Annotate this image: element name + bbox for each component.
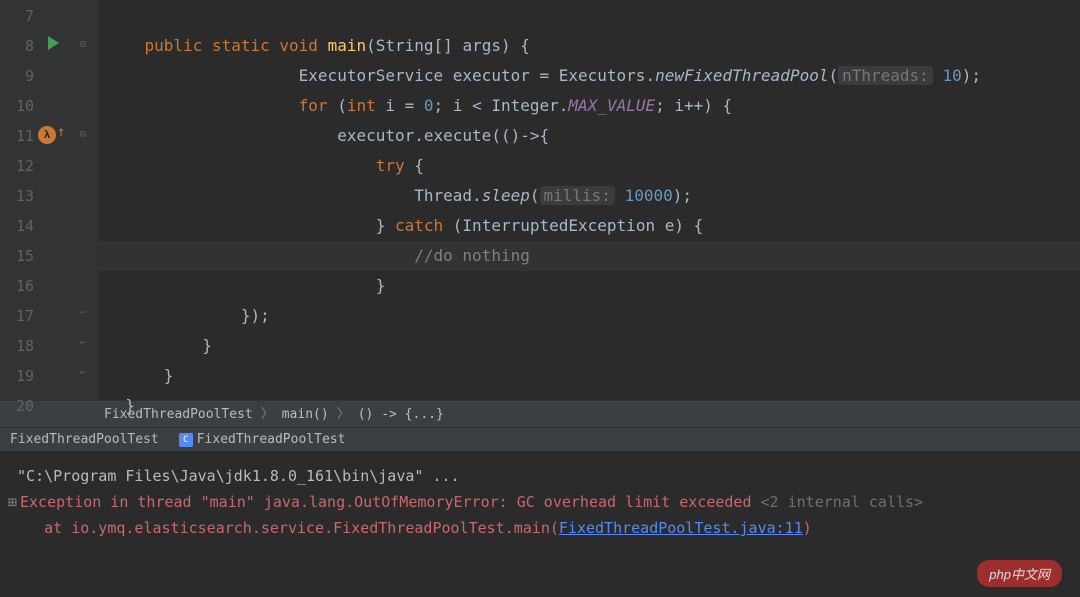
editor-area: 7 8 9 10 11 12 13 14 15 16 17 18 19 20 λ…: [0, 0, 1080, 400]
code-line-highlighted: //do nothing: [98, 241, 1080, 271]
line-number: 18: [0, 331, 72, 361]
run-gutter-icon[interactable]: [48, 36, 59, 50]
recursive-arrow-icon: ↑: [57, 124, 65, 140]
watermark-badge: php中文网: [977, 560, 1062, 587]
fold-toggle-icon[interactable]: ⊟: [76, 38, 90, 52]
code-line: }: [98, 271, 1080, 301]
code-line: executor.execute(()->{: [98, 121, 1080, 151]
line-number: 7: [0, 1, 72, 31]
line-number: 10: [0, 91, 72, 121]
code-line: try {: [98, 151, 1080, 181]
code-line: }: [98, 361, 1080, 391]
source-link[interactable]: FixedThreadPoolTest.java:11: [559, 519, 803, 537]
code-line: }: [98, 391, 1080, 421]
line-number: 13: [0, 181, 72, 211]
code-content[interactable]: public static void main(String[] args) {…: [98, 0, 1080, 400]
line-number: 16: [0, 271, 72, 301]
console-output[interactable]: "C:\Program Files\Java\jdk1.8.0_161\bin\…: [0, 451, 1080, 553]
line-number: 17: [0, 301, 72, 331]
fold-end-icon[interactable]: ⌐: [76, 367, 90, 381]
line-number: 19: [0, 361, 72, 391]
run-tab[interactable]: CFixedThreadPoolTest: [169, 432, 356, 447]
console-stack-frame: at io.ymq.elasticsearch.service.FixedThr…: [8, 515, 1072, 541]
lambda-gutter-icon[interactable]: λ: [38, 126, 56, 144]
run-tabs: FixedThreadPoolTest CFixedThreadPoolTest: [0, 427, 1080, 451]
console-command: "C:\Program Files\Java\jdk1.8.0_161\bin\…: [8, 463, 1072, 489]
code-line: ExecutorService executor = Executors.new…: [98, 61, 1080, 91]
code-line: for (int i = 0; i < Integer.MAX_VALUE; i…: [98, 91, 1080, 121]
fold-column: ⊟ ⊟ ⌐ ⌐ ⌐: [72, 0, 98, 400]
line-number-gutter: 7 8 9 10 11 12 13 14 15 16 17 18 19 20 λ…: [0, 0, 72, 400]
line-number: 8: [0, 31, 72, 61]
console-exception: ⊞Exception in thread "main" java.lang.Ou…: [8, 489, 1072, 515]
code-line: } catch (InterruptedException e) {: [98, 211, 1080, 241]
code-line: [98, 1, 1080, 31]
fold-end-icon[interactable]: ⌐: [76, 307, 90, 321]
code-line: Thread.sleep(millis: 10000);: [98, 181, 1080, 211]
line-number: 20: [0, 391, 72, 421]
code-line: }: [98, 331, 1080, 361]
code-line: });: [98, 301, 1080, 331]
run-tab[interactable]: FixedThreadPoolTest: [0, 432, 169, 447]
fold-toggle-icon[interactable]: ⊟: [76, 128, 90, 142]
line-number: 9: [0, 61, 72, 91]
class-icon: C: [179, 433, 193, 447]
line-number: 14: [0, 211, 72, 241]
expand-icon[interactable]: ⊞: [8, 489, 20, 515]
fold-end-icon[interactable]: ⌐: [76, 337, 90, 351]
line-number: 15: [0, 241, 72, 271]
code-line: public static void main(String[] args) {: [98, 31, 1080, 61]
line-number: 12: [0, 151, 72, 181]
